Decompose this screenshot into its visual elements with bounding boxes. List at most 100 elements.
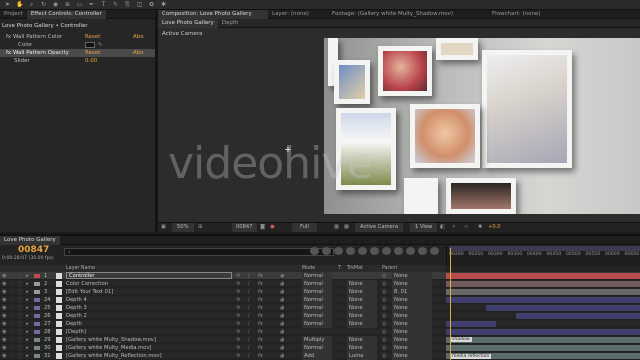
audio-icon[interactable]: ◌ — [10, 288, 15, 296]
tab-composition[interactable]: Composition: Love Photo Gallery — [158, 9, 268, 19]
solo-icon[interactable]: ○ — [18, 280, 23, 288]
layer-row[interactable]: ◉ ◌ ○ ▸ 25 Depth 3 ✲ / fx ◕ Normal None ◎ None — [0, 304, 640, 312]
flowchart-icon[interactable]: ⊹ — [464, 223, 468, 232]
motion-blur-switch-icon[interactable]: ◕ — [280, 280, 285, 288]
hand-icon[interactable]: ✋ — [16, 1, 23, 8]
solo-icon[interactable]: ○ — [18, 312, 23, 320]
toggle-pixel-icon[interactable]: ◧ — [440, 223, 445, 232]
lock-icon[interactable] — [430, 247, 439, 255]
header-t[interactable]: T — [338, 265, 341, 272]
audio-icon[interactable]: ◌ — [10, 312, 15, 320]
layer-row[interactable]: ◉ ◌ ○ ▸ 28 [Depth] ✲ / fx ◕ ◎ None — [0, 328, 640, 336]
motion-blur-icon[interactable] — [358, 247, 367, 255]
trkmat-dropdown[interactable]: None — [347, 296, 377, 304]
quality-switch-icon[interactable]: / — [248, 272, 250, 280]
pan-behind-icon[interactable]: ⊕ — [64, 1, 71, 8]
solo-icon[interactable]: ○ — [18, 304, 23, 312]
visibility-eye-icon[interactable]: ◉ — [2, 320, 7, 328]
audio-icon[interactable]: ◌ — [10, 304, 15, 312]
parent-dropdown[interactable]: None — [392, 280, 432, 288]
audio-icon[interactable]: ◌ — [10, 272, 15, 280]
frame-blend-icon[interactable] — [346, 247, 355, 255]
layer-search-input[interactable]: ⌕ — [64, 248, 334, 256]
audio-icon[interactable]: ◌ — [10, 296, 15, 304]
effect-switch-icon[interactable]: fx — [258, 320, 263, 328]
visibility-eye-icon[interactable]: ◉ — [2, 304, 7, 312]
views-dropdown[interactable]: 1 View — [410, 223, 438, 232]
mode-dropdown[interactable]: Normal — [302, 344, 332, 352]
quality-switch-icon[interactable]: / — [248, 336, 250, 344]
parent-dropdown[interactable]: None — [392, 296, 432, 304]
label-color[interactable] — [34, 306, 40, 310]
visibility-eye-icon[interactable]: ◉ — [2, 328, 7, 336]
motion-blur-switch-icon[interactable]: ◕ — [280, 352, 285, 360]
snapshot-icon[interactable]: ◙ — [260, 223, 265, 232]
visibility-eye-icon[interactable]: ◉ — [2, 344, 7, 352]
layer-duration-bar[interactable] — [446, 297, 640, 303]
audio-icon[interactable]: ◌ — [10, 328, 15, 336]
quality-switch-icon[interactable]: / — [248, 280, 250, 288]
visibility-eye-icon[interactable]: ◉ — [2, 288, 7, 296]
roto-icon[interactable]: ✿ — [148, 1, 155, 8]
pickwhip-icon[interactable]: ◎ — [382, 336, 387, 344]
trkmat-dropdown[interactable]: None — [347, 312, 377, 320]
header-layer-name[interactable]: Layer Name — [66, 265, 95, 272]
layer-duration-bar[interactable] — [446, 289, 640, 295]
quality-switch-icon[interactable]: / — [248, 312, 250, 320]
shy-switch-icon[interactable]: ✲ — [236, 320, 240, 328]
expand-arrow-icon[interactable]: ▸ — [26, 288, 29, 296]
quality-switch-icon[interactable]: / — [248, 288, 250, 296]
label-color[interactable] — [34, 346, 40, 350]
mode-dropdown[interactable]: Multiply — [302, 336, 332, 344]
visibility-eye-icon[interactable]: ◉ — [2, 336, 7, 344]
fit-icon[interactable]: ⊞ — [198, 223, 202, 232]
pickwhip-icon[interactable]: ◎ — [382, 304, 387, 312]
visibility-eye-icon[interactable]: ◉ — [2, 280, 7, 288]
reset-link[interactable]: Reset — [85, 49, 100, 57]
expand-arrow-icon[interactable]: ▸ — [26, 304, 29, 312]
quality-switch-icon[interactable]: / — [248, 296, 250, 304]
label-color[interactable] — [34, 322, 40, 326]
trkmat-dropdown[interactable]: None — [347, 320, 377, 328]
link-icon[interactable] — [406, 247, 415, 255]
trkmat-dropdown[interactable]: None — [347, 288, 377, 296]
fast-preview-icon[interactable]: ⚡ — [452, 223, 456, 232]
pickwhip-icon[interactable]: ◎ — [382, 352, 387, 360]
parent-dropdown[interactable]: None — [392, 352, 432, 360]
shy-switch-icon[interactable]: ✲ — [236, 352, 240, 360]
rotate-icon[interactable]: ↻ — [40, 1, 47, 8]
brainstorm-icon[interactable] — [370, 247, 379, 255]
solo-icon[interactable]: ○ — [18, 328, 23, 336]
layer-duration-bar[interactable] — [446, 273, 640, 279]
selection-icon[interactable]: ➤ — [4, 1, 11, 8]
layer-name[interactable]: Color Correction — [66, 280, 108, 288]
trkmat-dropdown[interactable]: None — [347, 344, 377, 352]
expand-arrow-icon[interactable]: ▸ — [26, 320, 29, 328]
quality-switch-icon[interactable]: / — [248, 320, 250, 328]
label-color[interactable] — [34, 274, 40, 278]
mode-dropdown[interactable]: Normal — [302, 312, 332, 320]
solo-icon[interactable]: ○ — [18, 288, 23, 296]
color-channel-icon[interactable]: ● — [270, 223, 275, 232]
shy-icon[interactable] — [334, 247, 343, 255]
trkmat-dropdown[interactable]: None — [347, 336, 377, 344]
expand-arrow-icon[interactable]: ▸ — [26, 272, 29, 280]
eyedropper-icon[interactable]: ✎ — [98, 41, 103, 49]
layer-row[interactable]: ◉ ◌ ○ ▸ 2 Color Correction ✲ / fx ◕ Normal None ◎ Non… — [0, 280, 640, 288]
effect-switch-icon[interactable]: fx — [258, 336, 263, 344]
tab-footage[interactable]: Footage: (Gallery white Multy_Shadow.mov… — [328, 10, 488, 19]
pickwhip-icon[interactable]: ◎ — [382, 288, 387, 296]
expand-arrow-icon[interactable]: ▸ — [26, 344, 29, 352]
effect-switch-icon[interactable]: fx — [258, 352, 263, 360]
zoom-icon[interactable]: ⌕ — [28, 1, 35, 8]
layer-name[interactable]: [Depth] — [66, 328, 86, 336]
expand-arrow-icon[interactable]: ▸ — [26, 352, 29, 360]
layer-row[interactable]: ◉ ◌ ○ ▸ 29 [Gallery white Multy_Shadow.mov] ✲ /… — [0, 336, 640, 344]
camera-dropdown[interactable]: Active Camera — [355, 223, 404, 232]
quality-switch-icon[interactable]: / — [248, 328, 250, 336]
label-color[interactable] — [34, 298, 40, 302]
label-color[interactable] — [34, 290, 40, 294]
shy-switch-icon[interactable]: ✲ — [236, 344, 240, 352]
audio-icon[interactable]: ◌ — [10, 352, 15, 360]
parent-dropdown[interactable]: None — [392, 320, 432, 328]
